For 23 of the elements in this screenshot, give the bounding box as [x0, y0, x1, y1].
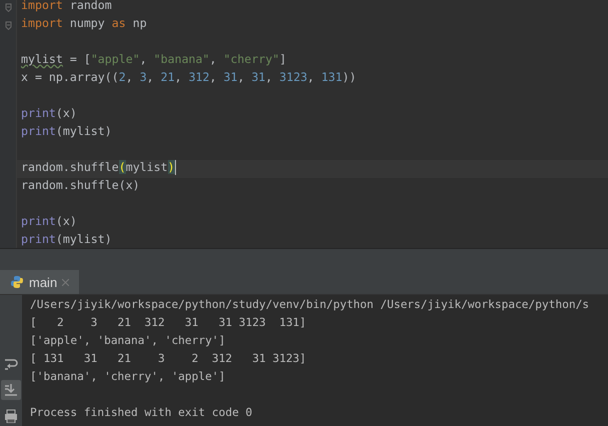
- code-line: import numpy as np: [20, 16, 148, 32]
- code-line: mylist = ["apple", "banana", "cherry"]: [20, 52, 288, 68]
- code-line: print(mylist): [20, 124, 113, 140]
- fold-icon[interactable]: [4, 2, 12, 12]
- code-line: print(x): [20, 214, 78, 230]
- console-line: ['apple', 'banana', 'cherry']: [30, 334, 226, 349]
- console-line: ['banana', 'cherry', 'apple']: [30, 370, 226, 385]
- code-line: random.shuffle(x): [20, 178, 141, 194]
- soft-wrap-icon[interactable]: [3, 357, 19, 371]
- close-icon[interactable]: [62, 278, 70, 286]
- code-line: x = np.array((2, 3, 21, 312, 31, 31, 3123, 131)): [20, 70, 358, 86]
- console-line: /Users/jiyik/workspace/python/study/venv/bin/python /Users/jiyik/workspace/python/s: [30, 298, 590, 313]
- console-line: Process finished with exit code 0: [30, 406, 254, 421]
- run-tab[interactable]: main: [0, 270, 80, 294]
- python-logo-icon: [10, 275, 24, 289]
- printer-icon[interactable]: [3, 409, 19, 423]
- console-line: [ 131 31 21 3 2 312 31 3123]: [30, 352, 308, 367]
- code-line: print(x): [20, 106, 78, 122]
- scroll-to-end-icon[interactable]: [3, 383, 19, 397]
- code-line: print(mylist): [20, 232, 113, 248]
- code-line: import random: [20, 0, 113, 14]
- fold-icon[interactable]: [4, 20, 12, 30]
- console-line: [ 2 3 21 312 31 31 3123 131]: [30, 316, 308, 331]
